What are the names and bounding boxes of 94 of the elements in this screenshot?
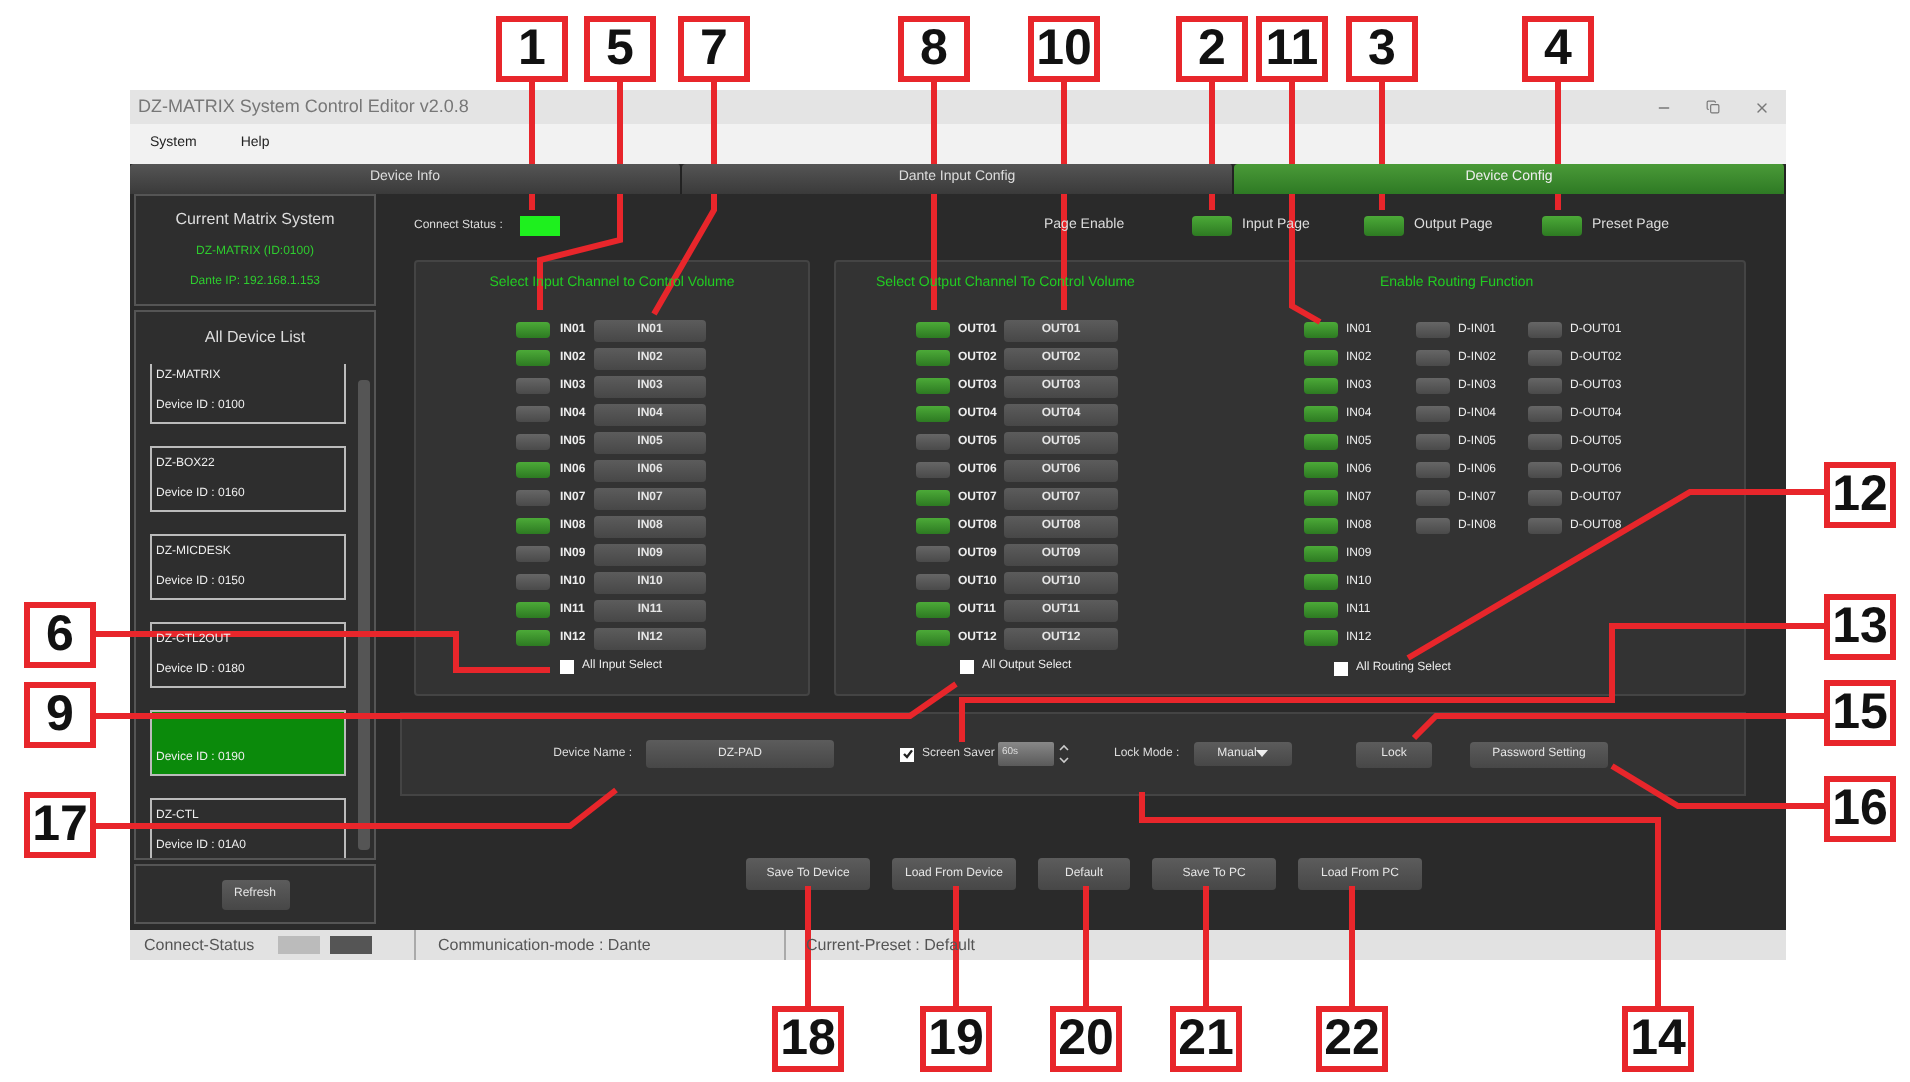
callout-number: 13 bbox=[1824, 594, 1896, 660]
on-indicator[interactable] bbox=[916, 350, 950, 366]
on-indicator[interactable] bbox=[1304, 490, 1338, 506]
checkbox[interactable] bbox=[960, 659, 974, 673]
callout-number: 17 bbox=[24, 792, 96, 858]
on-indicator[interactable] bbox=[1304, 462, 1338, 478]
on-indicator[interactable] bbox=[516, 518, 550, 534]
callout-number: 14 bbox=[1622, 1006, 1694, 1072]
callout-number: 21 bbox=[1170, 1006, 1242, 1072]
status-dark-icon bbox=[330, 936, 372, 954]
callout-number: 18 bbox=[772, 1006, 844, 1072]
callout-number: 4 bbox=[1522, 16, 1594, 82]
off-indicator[interactable] bbox=[516, 574, 550, 590]
off-indicator[interactable] bbox=[916, 434, 950, 450]
off-indicator[interactable] bbox=[1416, 462, 1450, 478]
checkbox[interactable] bbox=[900, 747, 914, 761]
on-indicator[interactable] bbox=[516, 462, 550, 478]
off-indicator[interactable] bbox=[1528, 462, 1562, 478]
checkbox[interactable] bbox=[560, 659, 574, 673]
off-indicator[interactable] bbox=[516, 434, 550, 450]
callout-number: 3 bbox=[1346, 16, 1418, 82]
scrollbar[interactable] bbox=[358, 380, 370, 850]
callout-number: 5 bbox=[584, 16, 656, 82]
panel-title: Current Matrix System bbox=[175, 208, 335, 232]
on-indicator[interactable] bbox=[1304, 434, 1338, 450]
off-indicator[interactable] bbox=[916, 574, 950, 590]
off-indicator[interactable] bbox=[516, 378, 550, 394]
restore-icon[interactable] bbox=[1706, 100, 1720, 114]
caret-icon bbox=[1256, 750, 1269, 758]
off-indicator[interactable] bbox=[516, 406, 550, 422]
off-indicator[interactable] bbox=[1528, 406, 1562, 422]
off-indicator[interactable] bbox=[1528, 378, 1562, 394]
off-indicator[interactable] bbox=[1528, 434, 1562, 450]
off-indicator[interactable] bbox=[1416, 378, 1450, 394]
on-indicator[interactable] bbox=[916, 378, 950, 394]
window-title: DZ-MATRIX System Control Editor v2.0.8 bbox=[138, 93, 469, 120]
callout-number: 15 bbox=[1824, 680, 1896, 746]
callout-number: 12 bbox=[1824, 462, 1896, 528]
on-indicator[interactable] bbox=[916, 490, 950, 506]
on-indicator[interactable] bbox=[1542, 216, 1582, 236]
on-indicator[interactable] bbox=[516, 630, 550, 646]
off-indicator[interactable] bbox=[1416, 350, 1450, 366]
callout-number: 19 bbox=[920, 1006, 992, 1072]
status-light-icon bbox=[278, 936, 320, 954]
on-indicator[interactable] bbox=[1304, 406, 1338, 422]
leader-line bbox=[1083, 886, 1089, 1006]
off-indicator[interactable] bbox=[1416, 518, 1450, 534]
callout-number: 20 bbox=[1050, 1006, 1122, 1072]
off-indicator[interactable] bbox=[916, 462, 950, 478]
off-indicator[interactable] bbox=[1528, 518, 1562, 534]
on-indicator[interactable] bbox=[916, 518, 950, 534]
close-icon[interactable] bbox=[1754, 99, 1770, 115]
callout-number: 16 bbox=[1824, 776, 1896, 842]
panel-title: All Device List bbox=[204, 326, 306, 350]
off-indicator[interactable] bbox=[1416, 322, 1450, 338]
off-indicator[interactable] bbox=[516, 490, 550, 506]
on-indicator[interactable] bbox=[516, 322, 550, 338]
on-indicator[interactable] bbox=[1304, 630, 1338, 646]
status-text: Communication-mode : Dante bbox=[438, 933, 651, 957]
on-indicator[interactable] bbox=[916, 322, 950, 338]
callout-number: 9 bbox=[24, 682, 96, 748]
off-indicator[interactable] bbox=[1528, 322, 1562, 338]
callout-number: 10 bbox=[1028, 16, 1100, 82]
on-indicator[interactable] bbox=[1304, 546, 1338, 562]
callout-number: 22 bbox=[1316, 1006, 1388, 1072]
on-indicator[interactable] bbox=[1304, 322, 1338, 338]
on-indicator[interactable] bbox=[1304, 602, 1338, 618]
on-indicator[interactable] bbox=[1304, 350, 1338, 366]
on-indicator[interactable] bbox=[916, 602, 950, 618]
on-indicator[interactable] bbox=[1304, 574, 1338, 590]
callout-number: 7 bbox=[678, 16, 750, 82]
checkbox[interactable] bbox=[1334, 661, 1348, 675]
on-indicator[interactable] bbox=[1364, 216, 1404, 236]
off-indicator[interactable] bbox=[916, 546, 950, 562]
off-indicator[interactable] bbox=[1416, 490, 1450, 506]
off-indicator[interactable] bbox=[1528, 490, 1562, 506]
status-text: Connect-Status bbox=[144, 933, 257, 957]
off-indicator[interactable] bbox=[1416, 434, 1450, 450]
spinner-icon[interactable] bbox=[1056, 742, 1072, 766]
callout-number: 2 bbox=[1176, 16, 1248, 82]
on-indicator[interactable] bbox=[1192, 216, 1232, 236]
on-indicator[interactable] bbox=[516, 350, 550, 366]
on-indicator[interactable] bbox=[516, 602, 550, 618]
callout-number: 1 bbox=[496, 16, 568, 82]
off-indicator[interactable] bbox=[516, 546, 550, 562]
on-indicator[interactable] bbox=[916, 630, 950, 646]
on-indicator[interactable] bbox=[916, 406, 950, 422]
callout-number: 8 bbox=[898, 16, 970, 82]
callout-number: 11 bbox=[1256, 16, 1328, 82]
callout-number: 6 bbox=[24, 602, 96, 668]
off-indicator[interactable] bbox=[1528, 350, 1562, 366]
on-indicator[interactable] bbox=[1304, 378, 1338, 394]
off-indicator[interactable] bbox=[1416, 406, 1450, 422]
on-indicator[interactable] bbox=[1304, 518, 1338, 534]
